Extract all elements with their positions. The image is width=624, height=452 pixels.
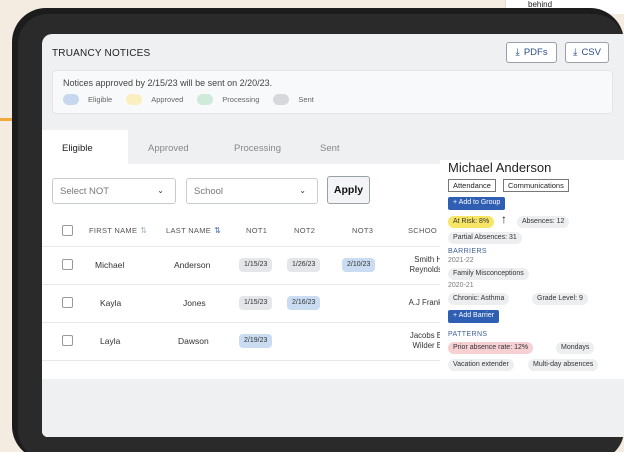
notice-text: Notices approved by 2/15/23 will be sent… [63,78,273,88]
sort-icon: ⇅ [140,226,148,235]
pattern-chip: Vacation extender [448,359,514,371]
status-legend: Eligible Approved Processing Sent [63,94,328,105]
last-name-cell: Dawson [178,336,209,346]
download-pdfs-button[interactable]: ⤓ PDFs [506,42,557,63]
arrow-up-icon: ↑ [501,212,507,226]
apply-button[interactable]: Apply [327,176,370,204]
last-name-cell: Jones [183,298,206,308]
legend-label-processing: Processing [222,95,260,104]
absences-chip: Absences: 12 [517,216,570,228]
patterns-heading: PATTERNS [448,331,488,338]
table-row-partial[interactable] [42,360,442,378]
row-checkbox[interactable] [62,335,73,346]
pattern-chip: Mondays [556,342,595,354]
pattern-chip: Multi-day absences [528,359,599,371]
student-detail-panel: Michael Anderson Attendance Communicatio… [440,160,624,378]
header-not1: NOT1 [246,226,268,235]
row-checkbox[interactable] [62,259,73,270]
tab-processing[interactable]: Processing [214,130,300,164]
risk-badge: At Risk: 8% [448,216,495,228]
legend-swatch-processing [197,94,214,105]
tab-eligible[interactable]: Eligible [42,130,128,164]
tab-communications[interactable]: Communications [503,179,569,192]
table-row[interactable]: Michael Anderson 1/15/23 1/26/23 2/10/23… [42,246,442,282]
tab-approved[interactable]: Approved [128,130,214,164]
tablet-frame: TRUANCY NOTICES ⤓ PDFs ⤓ CSV Notices app… [12,8,624,452]
tab-sent[interactable]: Sent [300,130,386,164]
barrier-chip: Family Misconceptions [448,268,529,280]
legend-processing: Processing [197,94,259,105]
chevron-down-icon: ⌄ [157,186,164,195]
barriers-heading: BARRIERS [448,248,487,255]
first-name-cell: Michael [95,260,125,270]
download-icon: ⤓ [573,47,578,58]
download-csv-button[interactable]: ⤓ CSV [565,42,609,63]
barrier-year-2020: 2020-21 [448,282,474,289]
student-name: Michael Anderson [448,160,552,175]
select-all-checkbox[interactable] [62,225,73,236]
screen: TRUANCY NOTICES ⤓ PDFs ⤓ CSV Notices app… [42,34,624,437]
page-header: TRUANCY NOTICES ⤓ PDFs ⤓ CSV [42,34,624,72]
header-not3: NOT3 [352,226,374,235]
not-select[interactable]: Select NOT ⌄ [52,178,176,204]
tab-attendance[interactable]: Attendance [448,179,496,192]
header-last-name[interactable]: LAST NAME ⇅ [166,226,221,235]
school-line-1: Jacobs E [409,331,442,340]
legend-approved: Approved [126,94,183,105]
legend-swatch-eligible [63,94,79,105]
school-cell: Smith H Reynolds [409,255,442,275]
legend-label-sent: Sent [298,95,314,104]
not3-badge: 2/10/23 [342,258,376,272]
not-select-value: Select NOT [60,186,110,197]
page-title: TRUANCY NOTICES [52,48,151,59]
header-not2: NOT2 [294,226,316,235]
pdfs-label: PDFs [523,47,548,58]
grade-level-chip: Grade Level: 9 [532,293,588,305]
add-barrier-button[interactable]: + Add Barrier [448,310,500,323]
sort-icon: ⇅ [214,226,222,235]
school-line-2: Reynolds [409,265,442,274]
not1-badge: 2/19/23 [239,334,273,348]
first-name-cell: Layla [100,336,121,346]
not2-badge: 1/26/23 [287,258,321,272]
school-cell: Jacobs E Wilder E [410,331,442,351]
bottom-area [42,379,624,437]
school-line-1: Smith H [414,255,442,264]
header-school: SCHOO [408,226,438,235]
table-row[interactable]: Layla Dawson 2/19/23 Jacobs E Wilder E [42,322,442,358]
pattern-chip: Prior absence rate: 12% [448,342,534,354]
not2-badge: 2/16/23 [287,296,321,310]
last-name-cell: Anderson [174,260,211,270]
row-checkbox[interactable] [62,297,73,308]
legend-swatch-sent [273,94,290,105]
legend-sent: Sent [273,94,314,105]
partial-absences-chip: Partial Absences: 31 [448,232,522,244]
first-name-cell: Kayla [100,298,122,308]
not1-badge: 1/15/23 [239,296,273,310]
download-icon: ⤓ [515,47,520,58]
school-line-2: Wilder E [412,341,442,350]
table-row[interactable]: Kayla Jones 1/15/23 2/16/23 A.J Frank [42,284,442,320]
header-first-name-label: FIRST NAME [89,226,138,235]
add-to-group-button[interactable]: + Add to Group [448,197,506,210]
chevron-down-icon: ⌄ [299,186,306,195]
header-last-name-label: LAST NAME [166,226,212,235]
header-first-name[interactable]: FIRST NAME ⇅ [89,226,147,235]
barrier-year-2021: 2021-22 [448,257,474,264]
legend-swatch-approved [126,94,143,105]
school-cell: A.J Frank [408,298,442,307]
legend-eligible: Eligible [63,94,112,105]
not1-badge: 1/15/23 [239,258,273,272]
csv-label: CSV [581,47,601,58]
legend-label-eligible: Eligible [88,95,113,104]
barrier-chip: Chronic: Asthma [448,293,510,305]
school-select[interactable]: School ⌄ [186,178,318,204]
school-select-value: School [194,186,224,197]
status-tabs: Eligible Approved Processing Sent [42,130,386,164]
table-header: FIRST NAME ⇅ LAST NAME ⇅ NOT1 NOT2 NOT3 SC… [42,220,442,240]
notice-banner: Notices approved by 2/15/23 will be sent… [52,70,613,114]
legend-label-approved: Approved [151,95,184,104]
